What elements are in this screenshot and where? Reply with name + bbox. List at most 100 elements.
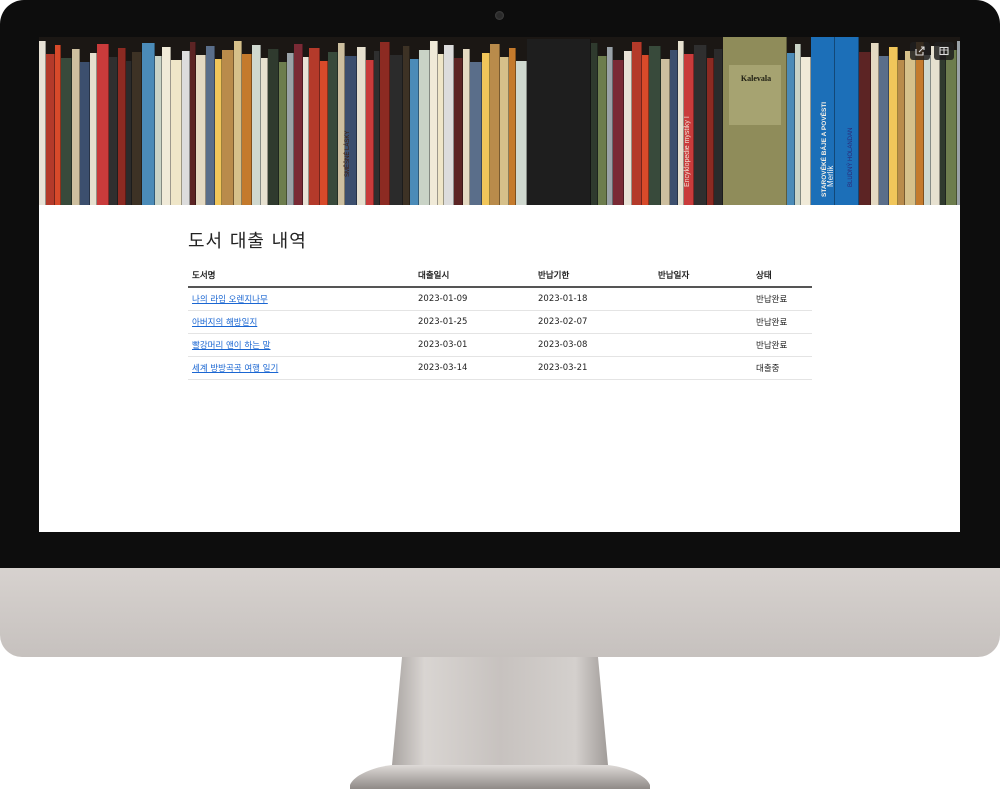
book-spine xyxy=(463,49,470,205)
book-spine-shadow xyxy=(79,49,80,205)
spine-text-smesne: SMĚŠNÉ LÁSKY xyxy=(343,131,351,177)
book-spine-shadow xyxy=(897,47,898,205)
book-spine xyxy=(591,43,598,205)
book-spine-shadow xyxy=(453,45,454,205)
book-spine-shadow xyxy=(794,53,795,205)
book-spine xyxy=(182,51,190,205)
loan-history-table: 도서명 대출일시 반납기한 반납일자 상태 나의 라임 오렌지나무 2023-0… xyxy=(188,265,812,380)
book-spine xyxy=(155,56,162,205)
book-spine xyxy=(444,45,454,205)
bookshelf-image: Kalevala Encyklopedie mystiky I STAROVĚK… xyxy=(39,37,960,205)
book-spine-shadow xyxy=(108,44,109,205)
book-spine-shadow xyxy=(508,57,509,205)
book-spine-shadow xyxy=(214,46,215,205)
book-spine xyxy=(142,43,155,205)
book-spine xyxy=(61,58,72,205)
book-spine-shadow xyxy=(443,54,444,205)
book-spine xyxy=(97,44,109,205)
book-spine xyxy=(871,43,879,205)
book-spine xyxy=(234,41,242,205)
book-spine-shadow xyxy=(786,37,787,205)
cell-status: 반납완료 xyxy=(752,333,812,357)
book-spine-shadow xyxy=(590,39,591,205)
book-spine xyxy=(924,55,931,205)
book-spine-shadow xyxy=(286,62,287,205)
book-spine xyxy=(162,47,171,205)
book-spine xyxy=(859,52,871,205)
cell-due-date: 2023-01-18 xyxy=(534,287,654,311)
book-spine xyxy=(366,60,374,205)
book-spine-shadow xyxy=(437,41,438,205)
book-spine-shadow xyxy=(181,60,182,205)
book-spine-shadow xyxy=(677,50,678,205)
book-spine xyxy=(516,61,527,205)
cell-return-date xyxy=(654,333,752,357)
book-spine xyxy=(252,45,261,205)
book-spine xyxy=(39,41,46,205)
book-spine xyxy=(470,62,482,205)
book-spine xyxy=(242,54,252,205)
book-spine xyxy=(898,60,905,205)
cell-due-date: 2023-03-21 xyxy=(534,356,654,380)
book-spine-shadow xyxy=(308,57,309,205)
book-spine xyxy=(500,57,509,205)
book-spine-shadow xyxy=(409,46,410,205)
cell-status: 반납완료 xyxy=(752,310,812,334)
book-spine xyxy=(196,55,206,205)
book-spine xyxy=(132,52,142,205)
book-spine-shadow xyxy=(923,42,924,205)
book-spine-shadow xyxy=(71,58,72,205)
book-spine-shadow xyxy=(189,51,190,205)
book-spine-shadow xyxy=(515,48,516,205)
book-spine xyxy=(294,44,303,205)
page-title: 도서 대출 내역 xyxy=(188,231,307,252)
monitor-chin xyxy=(0,568,1000,657)
book-spine xyxy=(957,41,960,205)
book-spine-shadow xyxy=(706,45,707,205)
book-spine-shadow xyxy=(904,60,905,205)
table-header-row: 도서명 대출일시 반납기한 반납일자 상태 xyxy=(188,265,812,288)
book-spine xyxy=(787,53,795,205)
book-spine-shadow xyxy=(956,50,957,205)
share-icon[interactable] xyxy=(910,42,930,60)
cell-loan-date: 2023-03-14 xyxy=(414,356,534,380)
book-spine-shadow xyxy=(251,54,252,205)
book-spine xyxy=(879,56,889,205)
book-spine-shadow xyxy=(623,60,624,205)
col-header-return-date: 반납일자 xyxy=(654,265,752,288)
book-spine xyxy=(419,50,430,205)
book-spine-shadow xyxy=(302,44,303,205)
book-spine xyxy=(390,55,403,205)
book-spine xyxy=(287,53,294,205)
book-spine xyxy=(801,57,811,205)
book-title-link[interactable]: 빨강머리 앤이 하는 말 xyxy=(192,341,271,351)
imac-monitor: Kalevala Encyklopedie mystiky I STAROVĚK… xyxy=(0,0,1000,657)
screen: Kalevala Encyklopedie mystiky I STAROVĚK… xyxy=(39,37,960,532)
book-title-link[interactable]: 아버지의 해방일지 xyxy=(192,318,257,328)
book-spine-shadow xyxy=(930,55,931,205)
book-spine-shadow xyxy=(713,58,714,205)
table-row: 아버지의 해방일지 2023-01-25 2023-02-07 반납완료 xyxy=(188,310,812,334)
book-title-link[interactable]: 나의 라임 오렌지나무 xyxy=(192,295,268,305)
book-spine xyxy=(279,62,287,205)
book-spine-shadow xyxy=(945,59,946,205)
book-spine-shadow xyxy=(800,44,801,205)
book-spine-shadow xyxy=(631,51,632,205)
split-view-icon[interactable] xyxy=(934,42,954,60)
main-content: 도서 대출 내역 도서명 대출일시 반납기한 반납일자 상태 나의 라임 오렌지… xyxy=(188,227,812,380)
book-spine xyxy=(946,50,957,205)
book-spine-shadow xyxy=(131,61,132,205)
book-spine-shadow xyxy=(344,43,345,205)
book-spine-shadow xyxy=(356,56,357,205)
book-title-link[interactable]: 세계 방방곡곡 여행 일기 xyxy=(192,364,278,374)
col-header-title: 도서명 xyxy=(188,265,414,288)
book-spine xyxy=(206,46,215,205)
book-spine-shadow xyxy=(267,58,268,205)
book-spine-shadow xyxy=(89,62,90,205)
book-spine-shadow xyxy=(327,61,328,205)
book-spine xyxy=(670,50,678,205)
book-spine-shadow xyxy=(221,59,222,205)
book-spine-shadow xyxy=(429,50,430,205)
book-spine-shadow xyxy=(54,54,55,205)
cell-title: 아버지의 해방일지 xyxy=(188,310,414,334)
